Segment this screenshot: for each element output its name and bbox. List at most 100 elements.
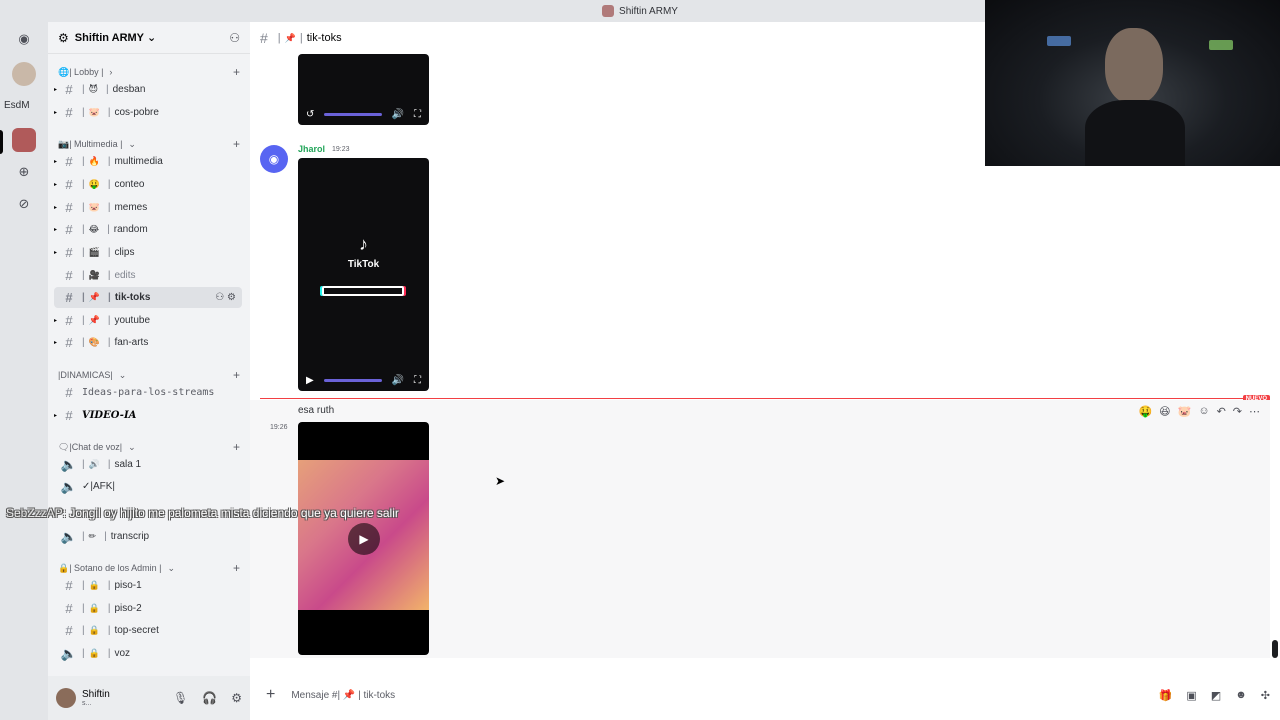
channel-cos-pobre[interactable]: ▸ # | 🐷 | cos-pobre — [54, 102, 242, 123]
volume-icon[interactable]: 🔊 — [392, 109, 404, 120]
discord-home-icon[interactable]: ◉ — [12, 27, 36, 51]
sticker-icon[interactable]: ◩ — [1211, 689, 1221, 702]
video-progress[interactable] — [323, 378, 382, 382]
voice-channel-voz[interactable]: 🔈 | 🔒 | voz — [54, 643, 242, 664]
author-avatar[interactable]: ◉ — [260, 145, 288, 173]
channel-fan-arts[interactable]: ▸ # | 🎨 | fan-arts — [54, 332, 242, 353]
video-controls: ▶ 🔊 ⛶ — [306, 373, 421, 387]
channel-name: Ideas-para-los-streams — [82, 387, 215, 398]
hash-icon: # — [260, 30, 268, 46]
chevron-right-icon: › — [109, 67, 113, 77]
add-channel-icon[interactable]: + — [233, 137, 240, 151]
avatar[interactable] — [56, 688, 76, 708]
channel-piso-2[interactable]: # | 🔒 | piso-2 — [54, 598, 242, 619]
hash-icon: # — [65, 245, 73, 260]
reaction-emoji-icon[interactable]: 🤑 — [1138, 405, 1152, 418]
message-composer[interactable]: + Mensaje #| 📌 | tik-toks 🎁 ▣ ◩ ☻ ✣ — [260, 682, 1270, 708]
hash-icon: # — [65, 82, 73, 97]
channel-name: top-secret — [114, 625, 159, 636]
channel-memes[interactable]: ▸ # | 🐷 | memes — [54, 197, 242, 218]
add-server-icon[interactable]: ⊕ — [12, 160, 36, 184]
channel-clips[interactable]: ▸ # | 🎬 | clips — [54, 242, 242, 263]
channel-name: multimedia — [114, 156, 163, 167]
forward-icon[interactable]: ↷ — [1233, 405, 1242, 418]
reply-icon[interactable]: ↶ — [1217, 405, 1226, 418]
settings-icon[interactable]: ⚙ — [231, 691, 242, 705]
active-server-icon[interactable] — [12, 128, 36, 152]
reaction-emoji-icon[interactable]: 😆 — [1159, 405, 1170, 418]
server-avatar-icon[interactable] — [12, 62, 36, 86]
message-author[interactable]: Jharol — [298, 144, 325, 154]
channel-emoji: 🎬 — [88, 247, 100, 257]
volume-icon[interactable]: 🔊 — [392, 375, 404, 386]
scrollbar[interactable] — [1272, 640, 1278, 658]
channel-transcrip[interactable]: 🔈 | ✏ | transcrip — [54, 526, 242, 547]
category-emoji: 🔒 — [58, 562, 70, 573]
video-attachment-3[interactable]: ▶ — [298, 422, 429, 655]
server-name: Shiftin ARMY — [74, 31, 145, 44]
play-icon[interactable]: ▶ — [306, 375, 314, 386]
attach-plus-icon[interactable]: + — [266, 686, 275, 704]
channel-video-ia[interactable]: ▸ # VIDEO-IA — [54, 405, 242, 426]
apps-icon[interactable]: ✣ — [1261, 689, 1270, 702]
chevron-down-icon: ⌄ — [118, 369, 127, 380]
replay-icon[interactable]: ↺ — [306, 109, 314, 120]
streamer-head — [1105, 28, 1163, 104]
category-sotano[interactable]: 🔒 | Sotano de los Admin | ⌄ + — [58, 561, 240, 575]
channel-ideas-para-los-streams[interactable]: # Ideas-para-los-streams — [54, 382, 242, 403]
channel-emoji: 🐷 — [88, 107, 100, 117]
voice-channel-afk[interactable]: 🔈 ✓|AFK| — [54, 476, 242, 497]
channel-name: tik-toks — [114, 292, 151, 303]
composer-placeholder[interactable]: Mensaje #| 📌 | tik-toks — [291, 690, 395, 701]
emoji-icon[interactable]: ☻ — [1235, 689, 1247, 702]
channel-settings-icon[interactable]: ⚙ — [227, 292, 236, 303]
hash-icon: # — [65, 290, 73, 305]
add-channel-icon[interactable]: + — [233, 440, 240, 454]
add-reaction-icon[interactable]: ☺ — [1198, 405, 1209, 418]
channel-name: clips — [114, 247, 135, 258]
invite-member-icon[interactable]: ⚇ — [215, 292, 224, 303]
microphone-icon[interactable]: 🎙 — [173, 691, 188, 705]
more-options-icon[interactable]: ⋯ — [1249, 405, 1260, 418]
channel-random[interactable]: ▸ # | 😂 | random — [54, 219, 242, 240]
channel-youtube[interactable]: ▸ # | 📌 | youtube — [54, 310, 242, 331]
category-label: |Chat de voz| — [69, 442, 123, 452]
add-channel-icon[interactable]: + — [233, 561, 240, 575]
channel-edits[interactable]: # | 🎥 | edits — [54, 265, 242, 286]
reaction-emoji-icon[interactable]: 🐷 — [1178, 405, 1192, 418]
hash-icon: # — [65, 623, 73, 638]
gif-icon[interactable]: ▣ — [1186, 689, 1196, 702]
video-attachment-1[interactable]: ↺ 🔊 ⛶ — [298, 54, 429, 125]
channel-emoji: 📌 — [88, 292, 101, 302]
speaker-icon: 🔈 — [60, 528, 78, 544]
video-progress[interactable] — [324, 112, 382, 116]
video-attachment-2[interactable]: ♪ TikTok ▶ 🔊 ⛶ — [298, 158, 429, 391]
headphones-icon[interactable]: 🎧 — [202, 691, 217, 705]
channel-conteo[interactable]: ▸ # | 🤑 | conteo — [54, 174, 242, 195]
channel-tik-toks[interactable]: # | 📌 | tik-toks ⚇ ⚙ — [54, 287, 242, 308]
add-channel-icon[interactable]: + — [233, 368, 240, 382]
gift-icon[interactable]: 🎁 — [1159, 689, 1173, 702]
channel-name: sala 1 — [114, 459, 142, 470]
channel-multimedia[interactable]: ▸ # | 🔥 | multimedia — [54, 151, 242, 172]
hash-icon: # — [65, 601, 73, 616]
server-header[interactable]: ⚙ Shiftin ARMY ⌄ ⚇ — [48, 22, 250, 54]
channel-desban[interactable]: ▸ # | 😈 | desban — [54, 79, 242, 100]
add-channel-icon[interactable]: + — [233, 65, 240, 79]
channel-piso-1[interactable]: # | 🔒 | piso-1 — [54, 575, 242, 596]
speaker-icon: 🔈 — [60, 456, 78, 472]
channel-emoji: 🎨 — [88, 337, 100, 347]
play-icon[interactable]: ▶ — [348, 523, 380, 555]
channel-top-secret[interactable]: # | 🔒 | top-secret — [54, 620, 242, 641]
explore-icon[interactable]: ⊘ — [12, 192, 36, 216]
category-lobby[interactable]: 🌐 | Lobby | › + — [58, 65, 240, 79]
category-multimedia[interactable]: 📷 | Multimedia | ⌄ + — [58, 137, 240, 151]
pin-icon: 📌 — [284, 32, 296, 43]
voice-channel-sala-1[interactable]: 🔈 | 🔊 | sala 1 — [54, 454, 242, 475]
category-chat-de-voz[interactable]: 🗨 |Chat de voz| ⌄ + — [58, 440, 240, 454]
fullscreen-icon[interactable]: ⛶ — [414, 375, 421, 386]
channel-emoji: 😂 — [88, 224, 100, 234]
category-dinamicas[interactable]: |DINAMICAS| ⌄ + — [58, 368, 240, 382]
invite-icon[interactable]: ⚇ — [229, 31, 240, 45]
fullscreen-icon[interactable]: ⛶ — [414, 109, 421, 120]
